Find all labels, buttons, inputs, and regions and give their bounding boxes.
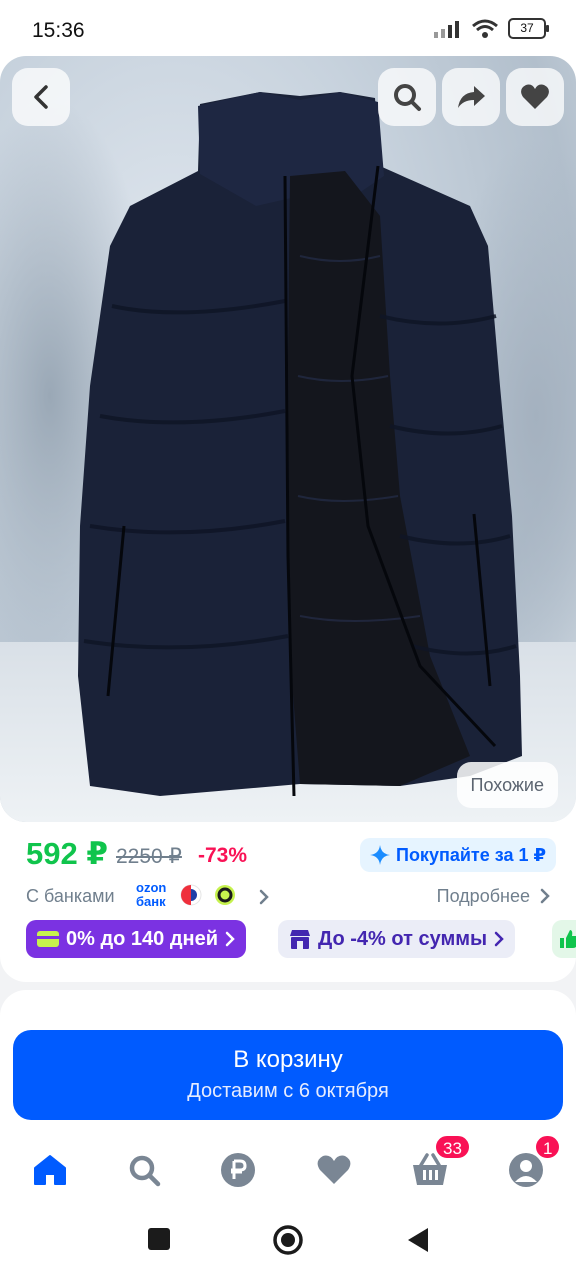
store-icon xyxy=(290,930,310,949)
product-image-vest xyxy=(78,92,522,797)
nav-search[interactable] xyxy=(122,1148,166,1192)
sparkle-icon xyxy=(370,845,390,865)
promo-label: Покупайте за 1 ₽ xyxy=(396,844,546,865)
thumbs-up-icon xyxy=(560,930,576,948)
nav-home[interactable] xyxy=(28,1148,72,1192)
delivery-date: Доставим с 6 октября xyxy=(187,1080,389,1102)
heart-icon xyxy=(521,84,549,109)
ozon-logo-line2: банк xyxy=(136,894,166,909)
bank-icon-green xyxy=(215,885,235,905)
similar-button[interactable]: Похожие xyxy=(456,762,558,808)
offer-chips: 0% до 140 дней До -4% от суммы xyxy=(26,920,576,958)
add-to-cart-title: В корзину xyxy=(233,1046,343,1073)
price-old: 2250 ₽ xyxy=(116,845,182,868)
ruble-icon xyxy=(221,1153,255,1187)
bottom-nav: 33 1 xyxy=(0,1126,576,1206)
extra-offer-chip[interactable] xyxy=(552,920,576,958)
ozon-logo-line1: ozon xyxy=(136,880,167,895)
chevron-right-icon xyxy=(494,931,504,947)
bank-icon-red-blue xyxy=(180,884,202,906)
battery-icon: 37 xyxy=(508,18,549,39)
square-icon xyxy=(148,1228,170,1250)
more-details-link[interactable]: Подробнее xyxy=(437,886,551,907)
card-icon xyxy=(37,931,59,947)
price-row: 592 ₽ 2250 ₽ -73% Покупайте за 1 ₽ xyxy=(26,836,556,876)
nav-profile[interactable]: 1 xyxy=(504,1134,562,1192)
back-button[interactable] xyxy=(12,68,70,126)
status-icons: 37 xyxy=(434,18,549,39)
chevron-right-icon xyxy=(225,931,235,947)
chevron-right-icon xyxy=(540,888,550,904)
chevron-left-icon xyxy=(34,85,48,109)
circle-icon xyxy=(273,1225,303,1255)
heart-icon xyxy=(317,1155,351,1184)
search-button[interactable] xyxy=(378,68,436,126)
profile-badge: 1 xyxy=(534,1134,562,1160)
status-time: 15:36 xyxy=(32,19,85,42)
more-details-label: Подробнее xyxy=(436,886,530,906)
share-button[interactable] xyxy=(442,68,500,126)
promo-buy-for-1-button[interactable]: Покупайте за 1 ₽ xyxy=(360,838,556,872)
price-current: 592 ₽ xyxy=(26,836,108,871)
price-discount: -73% xyxy=(198,844,248,867)
home-icon xyxy=(34,1155,66,1185)
banks-label: С банками xyxy=(26,886,115,906)
share-icon xyxy=(458,86,485,108)
product-image-gallery[interactable]: Похожие xyxy=(0,56,576,822)
product-card: Похожие 592 ₽ 2250 ₽ -73% Покупайте за 1… xyxy=(0,56,576,982)
home-system-button[interactable] xyxy=(272,1224,304,1261)
wifi-icon xyxy=(472,19,498,38)
back-system-button[interactable] xyxy=(406,1226,430,1259)
installment-chip[interactable]: 0% до 140 дней xyxy=(26,920,247,958)
search-icon xyxy=(394,84,421,111)
recents-button[interactable] xyxy=(146,1226,172,1257)
search-icon xyxy=(129,1155,161,1187)
volume-discount-chip[interactable]: До -4% от суммы xyxy=(278,920,516,958)
nav-favorites[interactable] xyxy=(312,1148,356,1192)
banks-row[interactable]: С банками ozon банк Подробнее xyxy=(26,880,551,914)
system-nav-bar xyxy=(0,1206,576,1280)
triangle-back-icon xyxy=(408,1228,428,1252)
chevron-right-icon xyxy=(259,889,269,905)
nav-cart[interactable]: 33 xyxy=(408,1134,471,1192)
favorite-button[interactable] xyxy=(506,68,564,126)
nav-finance[interactable] xyxy=(216,1148,260,1192)
ozon-bank-logo: ozon банк xyxy=(136,881,166,909)
status-bar: 15:36 37 xyxy=(0,0,576,60)
signal-icon xyxy=(434,20,459,38)
add-to-cart-button[interactable]: В корзину Доставим с 6 октября xyxy=(13,1030,563,1120)
volume-discount-label: До -4% от суммы xyxy=(318,927,488,950)
cart-badge: 33 xyxy=(434,1134,471,1160)
installment-label: 0% до 140 дней xyxy=(66,927,219,950)
